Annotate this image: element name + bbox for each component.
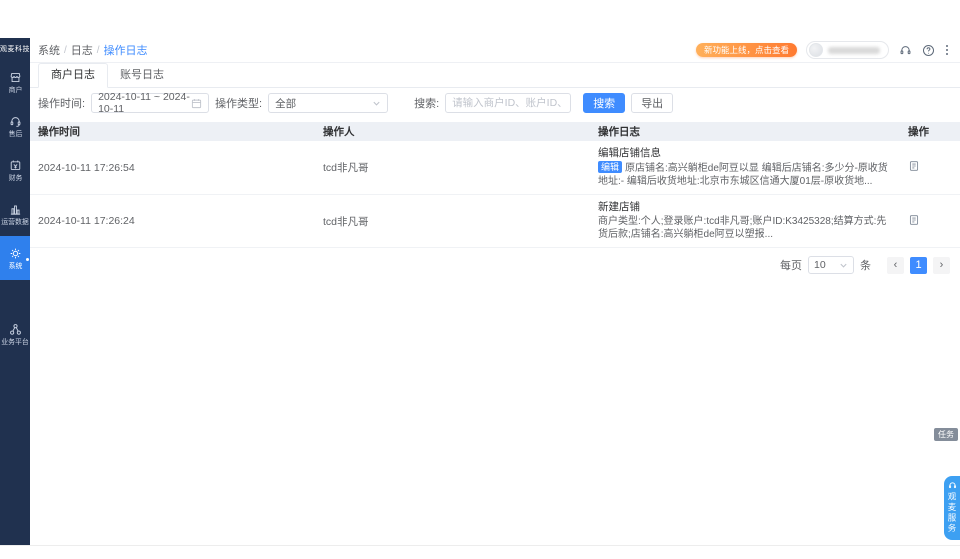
- log-title: 新建店铺: [598, 201, 892, 214]
- sidebar-item-operations-data[interactable]: 运营数据: [0, 192, 30, 236]
- sidebar-item-merchant[interactable]: 商户: [0, 60, 30, 104]
- date-range-input[interactable]: 2024-10-11 ~ 2024-10-11: [91, 93, 209, 113]
- log-actions: [900, 214, 960, 229]
- bar-chart-icon: [9, 203, 22, 216]
- help-icon[interactable]: [921, 43, 935, 57]
- per-page-unit: 条: [860, 257, 871, 273]
- more-icon[interactable]: [944, 45, 950, 55]
- search-input[interactable]: [445, 93, 571, 113]
- tab-bar: 商户日志 账号日志: [30, 63, 960, 88]
- sidebar: 观麦科技 商户: [0, 38, 30, 545]
- log-content: 编辑店铺信息 编辑原店铺名:高兴躺柜de阿豆以显 编辑后店铺名:多少分-原收货地…: [590, 147, 900, 188]
- search-label: 搜索:: [414, 95, 439, 111]
- app-window: 观麦科技 商户: [0, 38, 960, 546]
- screen: 观麦科技 商户: [0, 0, 960, 559]
- table-header: 操作时间 操作人 操作日志 操作: [30, 122, 960, 141]
- finance-icon: [9, 159, 22, 172]
- tab-account-log[interactable]: 账号日志: [108, 64, 176, 87]
- breadcrumb-item[interactable]: 系统: [38, 42, 60, 58]
- col-header-operator: 操作人: [315, 124, 590, 139]
- pagination: 每页 10 条 ‹ 1 ›: [30, 248, 960, 274]
- sidebar-item-aftersales[interactable]: 售后: [0, 104, 30, 148]
- gear-icon: [9, 247, 22, 260]
- per-page-label: 每页: [780, 257, 802, 273]
- prev-page-button[interactable]: ‹: [887, 257, 904, 274]
- log-actions: [900, 160, 960, 175]
- sidebar-item-system[interactable]: 系统: [0, 236, 30, 280]
- col-header-action: 操作: [900, 124, 960, 139]
- chevron-down-icon: [839, 261, 848, 270]
- filter-bar: 操作时间: 2024-10-11 ~ 2024-10-11 操作类型: 全部: [30, 88, 960, 118]
- date-range-value: 2024-10-11 ~ 2024-10-11: [98, 91, 191, 115]
- export-button[interactable]: 导出: [631, 93, 673, 113]
- search-button[interactable]: 搜索: [583, 93, 625, 113]
- sidebar-item-label: 运营数据: [1, 218, 29, 225]
- log-time: 2024-10-11 17:26:54: [30, 162, 315, 174]
- log-detail-text: 商户类型:个人;登录账户:tcd非凡哥;账户ID:K3425328;结算方式:先…: [598, 216, 886, 240]
- view-log-icon[interactable]: [908, 214, 920, 226]
- type-filter-label: 操作类型:: [215, 95, 262, 111]
- sidebar-nav: 商户 售后: [0, 60, 30, 356]
- log-title: 编辑店铺信息: [598, 147, 892, 160]
- page-number-button[interactable]: 1: [910, 257, 927, 274]
- table-row: 2024-10-11 17:26:54 tcd非凡哥 编辑店铺信息 编辑原店铺名…: [30, 141, 960, 195]
- time-filter-label: 操作时间:: [38, 95, 85, 111]
- top-bar: 系统 / 日志 / 操作日志 新功能上线，点击查看: [30, 38, 960, 63]
- brand-logo: 观麦科技: [0, 38, 30, 60]
- sidebar-item-label: 系统: [8, 262, 22, 269]
- nodes-icon: [9, 323, 22, 336]
- type-select[interactable]: 全部: [268, 93, 388, 113]
- breadcrumb: 系统 / 日志 / 操作日志: [38, 42, 148, 58]
- main-area: 系统 / 日志 / 操作日志 新功能上线，点击查看: [30, 38, 960, 545]
- topbar-right: 新功能上线，点击查看: [696, 41, 950, 59]
- sidebar-item-label: 售后: [8, 130, 22, 137]
- log-detail: 编辑原店铺名:高兴躺柜de阿豆以显 编辑后店铺名:多少分-原收货地址:- 编辑后…: [598, 161, 892, 188]
- breadcrumb-separator: /: [64, 45, 67, 56]
- per-page-select[interactable]: 10: [808, 256, 854, 274]
- avatar: [809, 43, 823, 57]
- username-redacted: [828, 47, 880, 54]
- active-indicator-dot: [26, 258, 29, 261]
- service-tab[interactable]: 观麦服务: [944, 476, 960, 540]
- pager: ‹ 1 ›: [887, 257, 950, 274]
- next-page-button[interactable]: ›: [933, 257, 950, 274]
- sidebar-item-label: 财务: [8, 174, 22, 181]
- headset-icon: [9, 115, 22, 128]
- tab-merchant-log[interactable]: 商户日志: [38, 63, 108, 88]
- breadcrumb-current: 操作日志: [104, 42, 148, 58]
- sidebar-item-label: 商户: [8, 86, 22, 93]
- sidebar-item-business-platform[interactable]: 业务平台: [0, 312, 30, 356]
- calendar-icon: [191, 98, 202, 109]
- log-time: 2024-10-11 17:26:24: [30, 215, 315, 227]
- log-operator: tcd非凡哥: [315, 214, 590, 229]
- log-content: 新建店铺 商户类型:个人;登录账户:tcd非凡哥;账户ID:K3425328;结…: [590, 201, 900, 241]
- log-operator: tcd非凡哥: [315, 160, 590, 175]
- headset-icon: [948, 481, 957, 490]
- storefront-icon: [9, 71, 22, 84]
- task-tab[interactable]: 任务: [934, 428, 958, 441]
- breadcrumb-item[interactable]: 日志: [71, 42, 93, 58]
- type-select-value: 全部: [275, 96, 296, 111]
- user-account-pill[interactable]: [806, 41, 889, 59]
- service-tab-label: 观麦服务: [944, 492, 960, 534]
- breadcrumb-separator: /: [97, 45, 100, 56]
- log-detail-text: 原店铺名:高兴躺柜de阿豆以显 编辑后店铺名:多少分-原收货地址:- 编辑后收货…: [598, 163, 888, 187]
- sidebar-item-finance[interactable]: 财务: [0, 148, 30, 192]
- per-page-value: 10: [814, 259, 826, 271]
- promo-badge[interactable]: 新功能上线，点击查看: [696, 43, 797, 57]
- table-row: 2024-10-11 17:26:24 tcd非凡哥 新建店铺 商户类型:个人;…: [30, 195, 960, 248]
- view-log-icon[interactable]: [908, 160, 920, 172]
- headset-icon[interactable]: [898, 43, 912, 57]
- sidebar-item-label: 业务平台: [1, 338, 29, 345]
- col-header-time: 操作时间: [30, 124, 315, 139]
- log-table: 操作时间 操作人 操作日志 操作 2024-10-11 17:26:54 tcd…: [30, 122, 960, 248]
- log-tag: 编辑: [598, 161, 622, 173]
- chevron-down-icon: [372, 99, 381, 108]
- log-detail: 商户类型:个人;登录账户:tcd非凡哥;账户ID:K3425328;结算方式:先…: [598, 215, 892, 241]
- col-header-log: 操作日志: [590, 124, 900, 139]
